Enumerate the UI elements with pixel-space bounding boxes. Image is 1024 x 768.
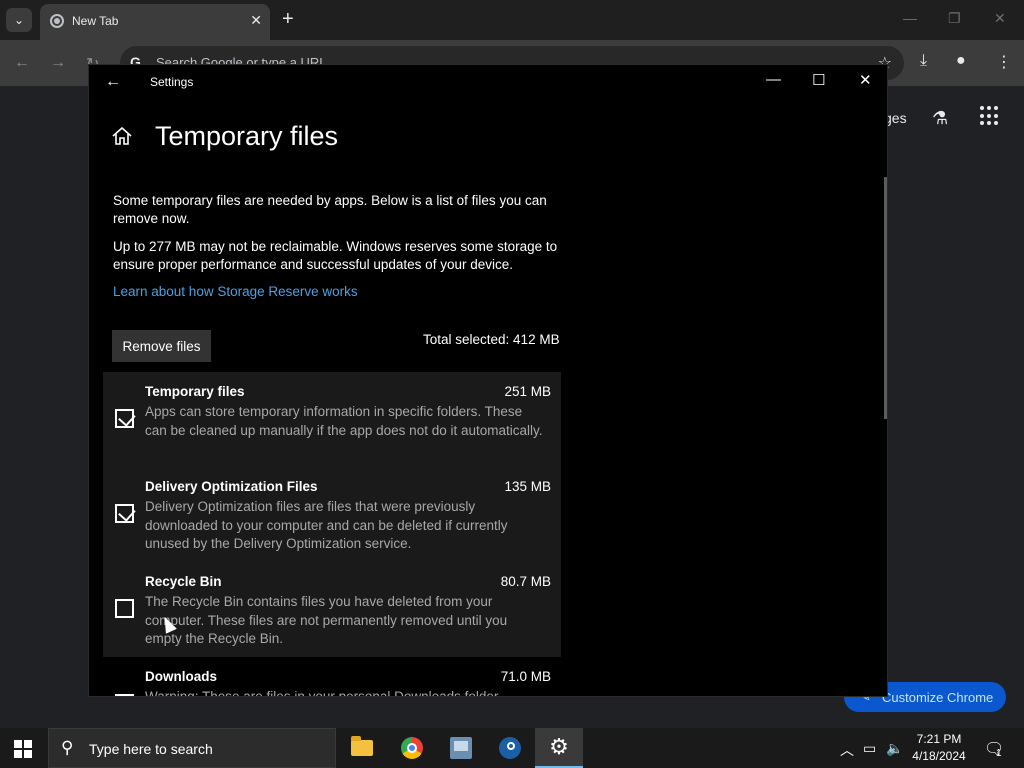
file-category-size: 135 MB	[504, 479, 551, 494]
file-category-name: Recycle Bin	[145, 574, 222, 589]
restore-icon[interactable]: ❐	[948, 10, 961, 27]
file-category-description: Apps can store temporary information in …	[145, 404, 543, 438]
settings-titlebar: ← Settings — ☐ ✕	[89, 65, 887, 99]
file-category-name: Downloads	[145, 669, 218, 684]
total-selected-text: Total selected: 412 MB	[423, 332, 560, 347]
profile-icon[interactable]: ●	[956, 52, 966, 70]
menu-dots-icon[interactable]: ⋮	[996, 52, 1012, 72]
tab-strip: ⌄ New Tab ✕ + — ❐ ✕	[0, 0, 1024, 40]
file-explorer-icon[interactable]	[338, 728, 386, 768]
list-item[interactable]: Temporary files 251 MB Apps can store te…	[103, 372, 561, 467]
list-item[interactable]: Recycle Bin 80.7 MB The Recycle Bin cont…	[103, 562, 561, 657]
volume-muted-icon[interactable]: 🔈	[886, 740, 903, 757]
notification-count-badge: 1	[996, 748, 1002, 759]
tab-close-icon[interactable]: ✕	[250, 12, 262, 29]
clock-date: 4/18/2024	[912, 749, 966, 763]
clock-time: 7:21 PM	[916, 732, 962, 746]
chrome-icon[interactable]	[388, 728, 436, 768]
download-icon[interactable]: ⤓	[920, 52, 927, 70]
new-tab-button[interactable]: +	[282, 9, 294, 29]
clock[interactable]: 7:21 PM 4/18/2024	[906, 731, 972, 765]
back-arrow-icon[interactable]: ←	[14, 54, 30, 72]
minimize-icon[interactable]: —	[766, 71, 781, 88]
scrollbar[interactable]	[884, 177, 887, 419]
tab-search-button[interactable]: ⌄	[6, 8, 32, 32]
steam-icon[interactable]	[486, 728, 534, 768]
search-icon: ⚲	[61, 738, 74, 757]
tab-new-tab[interactable]: New Tab ✕	[40, 4, 270, 40]
back-arrow-icon[interactable]: ←	[105, 73, 121, 91]
close-icon[interactable]: ✕	[859, 71, 872, 89]
settings-window: ← Settings — ☐ ✕ Temporary files Some te…	[88, 64, 888, 697]
checkbox-checked[interactable]	[115, 504, 134, 523]
chevron-up-icon[interactable]: ︿	[840, 740, 854, 760]
taskbar-search-placeholder: Type here to search	[89, 741, 213, 757]
minimize-icon[interactable]: —	[903, 10, 917, 26]
temp-files-list: Temporary files 251 MB Apps can store te…	[103, 372, 561, 697]
google-apps-icon[interactable]	[980, 106, 1000, 126]
checkbox-unchecked[interactable]	[115, 694, 134, 696]
checkbox-checked[interactable]	[115, 409, 134, 428]
list-item[interactable]: Delivery Optimization Files 135 MB Deliv…	[103, 467, 561, 562]
window-title: Settings	[150, 75, 194, 89]
checkbox-unchecked[interactable]	[115, 599, 134, 618]
control-panel-icon[interactable]	[437, 728, 485, 768]
maximize-icon[interactable]: ☐	[812, 71, 825, 89]
file-category-description: The Recycle Bin contains files you have …	[145, 594, 508, 646]
chrome-favicon-icon	[50, 14, 64, 28]
file-category-size: 251 MB	[504, 384, 551, 399]
file-category-description: Delivery Optimization files are files th…	[145, 499, 508, 551]
file-category-name: Temporary files	[145, 384, 245, 399]
settings-gear-icon[interactable]: ⚙	[535, 728, 583, 768]
taskbar: ⚲ Type here to search ⚙ ︿ ▭ 🔈 7:21 PM 4/…	[0, 728, 1024, 768]
file-category-name: Delivery Optimization Files	[145, 479, 318, 494]
file-category-description: Warning: These are files in your persona…	[145, 689, 502, 697]
list-item[interactable]: Downloads 71.0 MB Warning: These are fil…	[103, 657, 561, 697]
intro-text: Some temporary files are needed by apps.…	[113, 193, 547, 226]
close-icon[interactable]: ✕	[994, 10, 1006, 27]
labs-flask-icon[interactable]: ⚗	[932, 108, 948, 129]
file-category-size: 80.7 MB	[500, 574, 551, 589]
taskbar-search-box[interactable]: ⚲ Type here to search	[48, 728, 336, 768]
home-icon[interactable]	[111, 125, 133, 147]
tab-title: New Tab	[72, 14, 119, 28]
file-category-size: 71.0 MB	[500, 669, 551, 684]
windows-start-icon[interactable]	[14, 740, 32, 758]
customize-chrome-label: Customize Chrome	[882, 689, 994, 705]
forward-arrow-icon[interactable]: →	[50, 54, 66, 72]
storage-reserve-link[interactable]: Learn about how Storage Reserve works	[113, 284, 358, 299]
page-title: Temporary files	[155, 121, 339, 151]
network-icon[interactable]: ▭	[863, 740, 876, 757]
remove-files-button[interactable]: Remove files	[112, 330, 211, 362]
reserve-text: Up to 277 MB may not be reclaimable. Win…	[113, 239, 558, 272]
